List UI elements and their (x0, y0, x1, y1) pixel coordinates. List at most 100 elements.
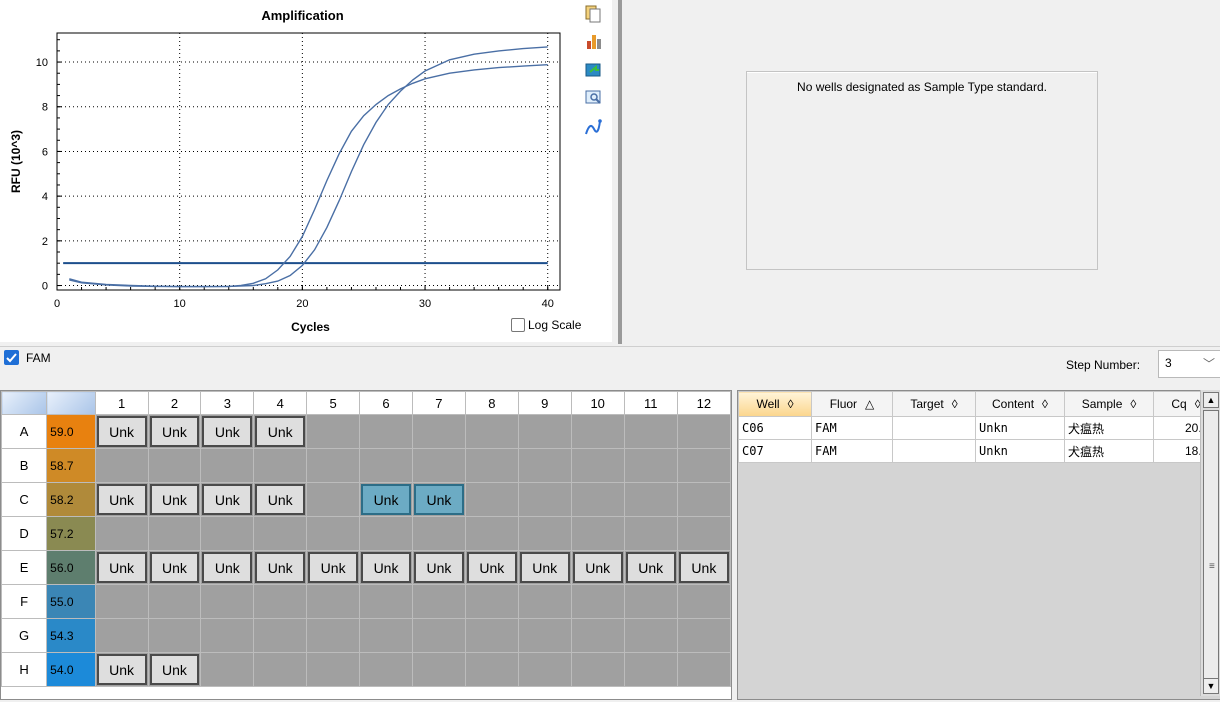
well-A4[interactable]: Unk (253, 414, 308, 449)
plate-row-header-A[interactable]: A (0, 414, 48, 449)
plate-column-header-2[interactable]: 2 (147, 391, 202, 415)
results-header-target[interactable]: Target ◊ (892, 391, 976, 417)
well-G8[interactable] (464, 618, 519, 653)
well-A1[interactable]: Unk (94, 414, 149, 449)
well-D7[interactable] (411, 516, 466, 551)
well-H8[interactable] (464, 652, 519, 687)
plate-row-header-C[interactable]: C (0, 482, 48, 517)
well-content-C7[interactable]: Unk (413, 484, 464, 515)
well-H4[interactable] (253, 652, 308, 687)
well-E8[interactable]: Unk (464, 550, 519, 585)
plate-column-header-4[interactable]: 4 (253, 391, 308, 415)
well-C9[interactable] (517, 482, 572, 517)
well-E5[interactable]: Unk (306, 550, 361, 585)
well-A7[interactable] (411, 414, 466, 449)
well-E11[interactable]: Unk (623, 550, 678, 585)
well-D4[interactable] (253, 516, 308, 551)
well-content-A2[interactable]: Unk (149, 416, 200, 447)
well-D6[interactable] (359, 516, 413, 551)
results-header-fluor[interactable]: Fluor △ (811, 391, 893, 417)
well-H5[interactable] (306, 652, 361, 687)
well-A10[interactable] (570, 414, 625, 449)
well-D8[interactable] (464, 516, 519, 551)
plate-column-header-9[interactable]: 9 (517, 391, 572, 415)
plate-column-header-8[interactable]: 8 (464, 391, 519, 415)
plate-column-header-6[interactable]: 6 (359, 391, 413, 415)
well-B9[interactable] (517, 448, 572, 483)
well-F4[interactable] (253, 584, 308, 619)
results-row[interactable]: C07FAMUnkn犬瘟热18.84 (738, 439, 1219, 463)
curve-fit-icon[interactable] (580, 116, 606, 138)
well-content-A4[interactable]: Unk (255, 416, 306, 447)
step-number-select[interactable]: 3 ﹀ (1158, 350, 1220, 378)
plate-column-header-11[interactable]: 11 (623, 391, 678, 415)
well-A11[interactable] (623, 414, 678, 449)
well-B4[interactable] (253, 448, 308, 483)
well-E1[interactable]: Unk (94, 550, 149, 585)
well-E12[interactable]: Unk (676, 550, 732, 585)
well-G6[interactable] (359, 618, 413, 653)
well-C3[interactable]: Unk (200, 482, 255, 517)
well-B5[interactable] (306, 448, 361, 483)
plate-row-header-D[interactable]: D (0, 516, 48, 551)
well-H12[interactable] (676, 652, 732, 687)
well-E6[interactable]: Unk (359, 550, 413, 585)
well-D9[interactable] (517, 516, 572, 551)
well-E3[interactable]: Unk (200, 550, 255, 585)
well-H2[interactable]: Unk (147, 652, 202, 687)
well-C2[interactable]: Unk (147, 482, 202, 517)
well-G12[interactable] (676, 618, 732, 653)
results-row[interactable]: C06FAMUnkn犬瘟热20.99 (738, 416, 1219, 440)
well-F3[interactable] (200, 584, 255, 619)
well-B10[interactable] (570, 448, 625, 483)
well-F2[interactable] (147, 584, 202, 619)
well-F10[interactable] (570, 584, 625, 619)
well-A3[interactable]: Unk (200, 414, 255, 449)
well-G4[interactable] (253, 618, 308, 653)
well-content-A3[interactable]: Unk (202, 416, 253, 447)
zoom-chart-icon[interactable] (580, 86, 606, 108)
well-content-E9[interactable]: Unk (519, 552, 570, 583)
well-A6[interactable] (359, 414, 413, 449)
well-G1[interactable] (94, 618, 149, 653)
well-G11[interactable] (623, 618, 678, 653)
well-C8[interactable] (464, 482, 519, 517)
plate-column-header-1[interactable]: 1 (94, 391, 149, 415)
well-C5[interactable] (306, 482, 361, 517)
plate-column-header-7[interactable]: 7 (411, 391, 466, 415)
well-B11[interactable] (623, 448, 678, 483)
well-F6[interactable] (359, 584, 413, 619)
well-H7[interactable] (411, 652, 466, 687)
well-D1[interactable] (94, 516, 149, 551)
well-G5[interactable] (306, 618, 361, 653)
well-content-E6[interactable]: Unk (361, 552, 411, 583)
well-C6[interactable]: Unk (359, 482, 413, 517)
results-header-well[interactable]: Well ◊ (738, 391, 812, 417)
well-content-E1[interactable]: Unk (96, 552, 147, 583)
well-F1[interactable] (94, 584, 149, 619)
well-B2[interactable] (147, 448, 202, 483)
well-E2[interactable]: Unk (147, 550, 202, 585)
results-header-content[interactable]: Content ◊ (975, 391, 1065, 417)
well-H11[interactable] (623, 652, 678, 687)
well-content-E12[interactable]: Unk (678, 552, 729, 583)
well-C10[interactable] (570, 482, 625, 517)
plate-column-header-5[interactable]: 5 (306, 391, 361, 415)
well-content-E4[interactable]: Unk (255, 552, 306, 583)
well-C12[interactable] (676, 482, 732, 517)
well-G7[interactable] (411, 618, 466, 653)
well-C11[interactable] (623, 482, 678, 517)
well-D5[interactable] (306, 516, 361, 551)
well-content-E2[interactable]: Unk (149, 552, 200, 583)
plate-row-header-H[interactable]: H (0, 652, 48, 687)
well-H9[interactable] (517, 652, 572, 687)
well-F8[interactable] (464, 584, 519, 619)
well-F5[interactable] (306, 584, 361, 619)
well-D12[interactable] (676, 516, 732, 551)
well-C4[interactable]: Unk (253, 482, 308, 517)
well-D3[interactable] (200, 516, 255, 551)
well-E9[interactable]: Unk (517, 550, 572, 585)
well-content-C6[interactable]: Unk (361, 484, 411, 515)
scroll-thumb[interactable]: ≡ (1203, 410, 1219, 680)
copy-icon[interactable] (580, 2, 606, 24)
